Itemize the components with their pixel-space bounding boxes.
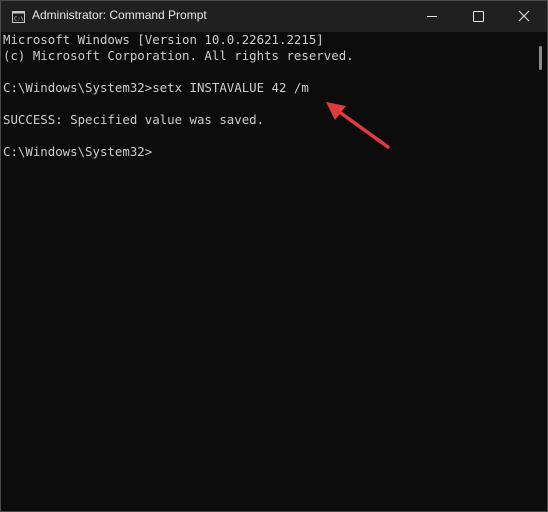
- close-icon: [518, 10, 530, 22]
- console-success-line: SUCCESS: Specified value was saved.: [3, 112, 265, 127]
- console-prompt-line: C:\Windows\System32>: [3, 144, 153, 159]
- console-output[interactable]: Microsoft Windows [Version 10.0.22621.22…: [1, 32, 535, 511]
- console-line: Microsoft Windows [Version 10.0.22621.22…: [3, 32, 324, 47]
- window-title: Administrator: Command Prompt: [32, 8, 207, 22]
- maximize-icon: [473, 11, 484, 22]
- title-bar[interactable]: C:\ Administrator: Command Prompt: [1, 1, 547, 32]
- vertical-scrollbar[interactable]: [535, 32, 547, 511]
- minimize-button[interactable]: [409, 1, 455, 32]
- cmd-icon: C:\: [12, 10, 25, 23]
- svg-text:C:\: C:\: [14, 17, 24, 23]
- command-prompt-window: C:\ Administrator: Command Prompt Micros…: [0, 0, 548, 512]
- maximize-button[interactable]: [455, 1, 501, 32]
- scrollbar-thumb[interactable]: [539, 46, 542, 70]
- console-command-line: C:\Windows\System32>setx INSTAVALUE 42 /…: [3, 80, 309, 95]
- close-button[interactable]: [501, 1, 547, 32]
- minimize-icon: [427, 16, 437, 17]
- console-line: (c) Microsoft Corporation. All rights re…: [3, 48, 354, 63]
